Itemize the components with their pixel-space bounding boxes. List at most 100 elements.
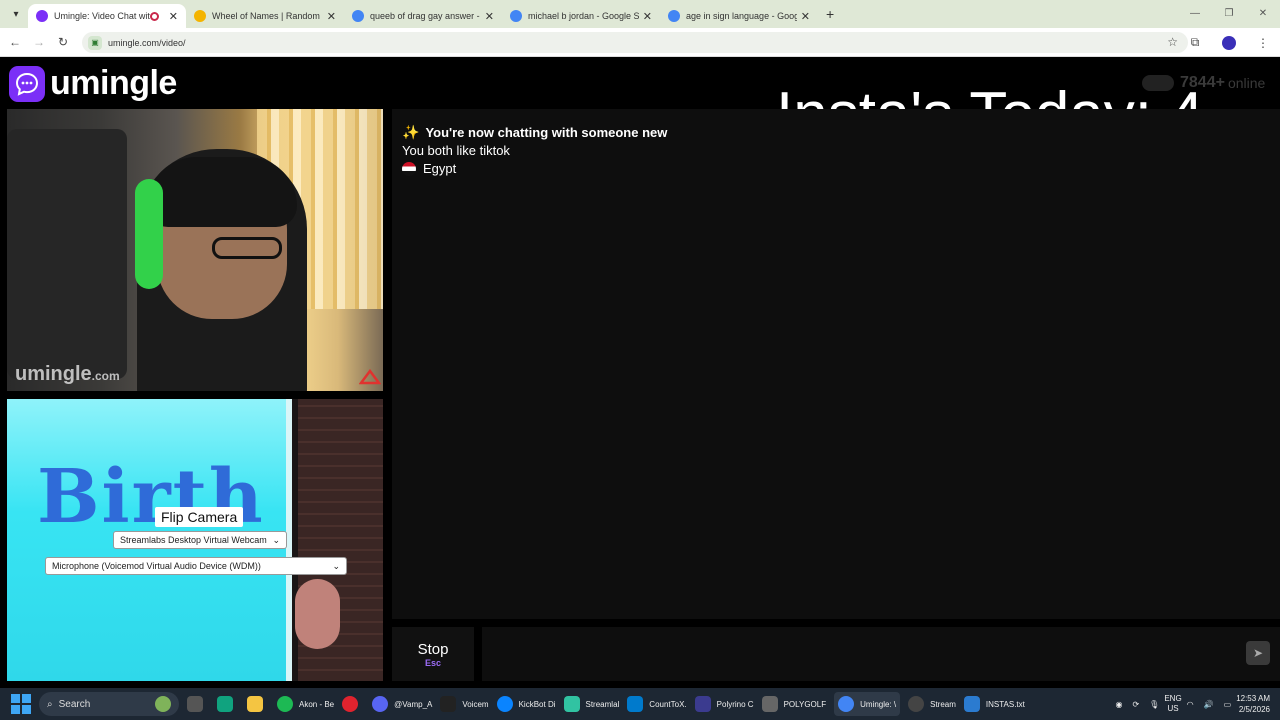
discord-icon: [372, 696, 389, 712]
system-message-interest: You both like tiktok: [402, 143, 510, 158]
tab-google-search-3[interactable]: age in sign language - Google Search ✕: [660, 4, 818, 28]
sync-tray-icon[interactable]: ⟳: [1132, 700, 1139, 709]
clock[interactable]: 12:53 AM 2/5/2026: [1236, 693, 1270, 715]
taskbar-item-polyrino[interactable]: Polyrino C: [694, 696, 754, 712]
umingle-logo[interactable]: umingle: [9, 64, 177, 103]
camera-permission-icon[interactable]: ▣: [88, 35, 102, 50]
taskbar-item-label: Polyrino C: [716, 699, 754, 709]
recording-icon: [149, 11, 159, 21]
tab-label: michael b jordan - Google Search: [528, 11, 639, 21]
watermark-suffix: .com: [91, 369, 120, 383]
taskbar-item-voicemod[interactable]: Voicem: [440, 696, 489, 712]
forward-icon[interactable]: →: [27, 35, 51, 49]
language-indicator[interactable]: ENG US: [1164, 694, 1181, 714]
back-icon[interactable]: ←: [3, 35, 27, 49]
google-favicon-icon: [510, 10, 522, 22]
taskbar-item-spotify[interactable]: Akon - Be: [277, 696, 334, 712]
extensions-icon[interactable]: ⧉: [1178, 35, 1212, 50]
close-tab-icon[interactable]: ✕: [643, 10, 652, 23]
pen-icon: [694, 696, 711, 712]
taskbar-search[interactable]: ⌕ Search: [39, 692, 179, 716]
self-video: Birth Flip Camera Streamlabs Desktop Vir…: [7, 399, 383, 681]
browser-tab-strip: ▾ Umingle: Video Chat with Strangers ✕ W…: [0, 0, 1280, 28]
close-tab-icon[interactable]: ✕: [801, 10, 810, 23]
minimize-icon[interactable]: —: [1178, 0, 1212, 28]
taskbar-item-label: KickBot Di: [518, 699, 556, 709]
reload-icon[interactable]: ↻: [51, 35, 75, 49]
microphone-select[interactable]: Microphone (Voicemod Virtual Audio Devic…: [45, 557, 347, 575]
windows-start-icon[interactable]: [11, 694, 31, 714]
bookmark-star-icon[interactable]: ☆: [1167, 35, 1178, 49]
address-bar[interactable]: ▣ umingle.com/video/ ☆: [82, 32, 1188, 53]
opera-icon[interactable]: [342, 696, 364, 712]
close-tab-icon[interactable]: ✕: [485, 10, 494, 23]
wheel-favicon-icon: [194, 10, 206, 22]
wifi-icon[interactable]: ◠: [1187, 700, 1194, 709]
file-explorer-icon[interactable]: [247, 696, 269, 712]
close-tab-icon[interactable]: ✕: [327, 10, 336, 23]
stop-button[interactable]: Stop Esc: [392, 627, 474, 681]
chrome-icon: [838, 696, 855, 712]
restore-icon[interactable]: ❐: [1212, 0, 1246, 28]
vscode-icon: [627, 696, 644, 712]
google-favicon-icon: [668, 10, 680, 22]
flip-camera-button[interactable]: Flip Camera: [155, 507, 244, 527]
sparkles-icon: ✨: [402, 124, 420, 140]
camera-select[interactable]: Streamlabs Desktop Virtual Webcam ⌄: [113, 531, 287, 549]
discord-tray-icon[interactable]: ◉: [1115, 700, 1122, 709]
google-favicon-icon: [352, 10, 364, 22]
self-video-text: Birth: [37, 454, 265, 540]
taskbar-item-kickbot[interactable]: KickBot Di: [496, 696, 556, 712]
glasses-shape: [212, 237, 282, 259]
tab-search-button[interactable]: ▾: [4, 4, 28, 24]
volume-icon[interactable]: 🔊: [1204, 700, 1214, 709]
taskbar-item-label: Voicem: [462, 699, 489, 709]
windows-taskbar: ⌕ Search Akon - Be @Vamp_A Voicem KickBo…: [0, 688, 1280, 720]
browser-toolbar: ← → ↻ ▣ umingle.com/video/ ☆ ⧉ ⋮: [0, 28, 1280, 57]
battery-icon[interactable]: ▭: [1224, 700, 1232, 709]
task-view-icon[interactable]: [187, 696, 209, 712]
taskbar-item-streamlabs[interactable]: Streamlal: [563, 696, 619, 712]
new-tab-button[interactable]: +: [826, 6, 834, 22]
close-window-icon[interactable]: ✕: [1246, 0, 1280, 28]
report-flag-icon[interactable]: [359, 369, 381, 385]
tab-google-search-2[interactable]: michael b jordan - Google Search ✕: [502, 4, 660, 28]
egypt-flag-icon: [402, 161, 416, 176]
microphone-tray-icon[interactable]: 🎙: [1149, 700, 1159, 709]
tab-umingle[interactable]: Umingle: Video Chat with Strangers ✕: [28, 4, 186, 28]
taskbar-item-discord[interactable]: @Vamp_A: [372, 696, 432, 712]
taskbar-item-polygolf[interactable]: POLYGOLF: [761, 696, 826, 712]
taskbar-item-notepad[interactable]: INSTAS.txt: [963, 696, 1025, 712]
umingle-favicon-icon: [36, 10, 48, 22]
watermark-main: umingle: [15, 363, 92, 385]
obs-icon: [908, 696, 925, 712]
stranger-video: umingle.com: [7, 109, 383, 391]
search-label: Search: [58, 698, 91, 710]
taskbar-item-label: INSTAS.txt: [985, 699, 1025, 709]
clock-time: 12:53 AM: [1236, 694, 1270, 703]
logo-text: umingle: [50, 64, 177, 102]
close-tab-icon[interactable]: ✕: [169, 10, 178, 23]
taskbar-item-stream[interactable]: Stream: [908, 696, 956, 712]
headphone-shape: [135, 179, 163, 289]
person-hair-shape: [147, 157, 297, 227]
chair-shape: [7, 129, 127, 379]
camera-select-value: Streamlabs Desktop Virtual Webcam: [120, 535, 267, 545]
send-icon[interactable]: ➤: [1246, 641, 1270, 665]
tab-label: Wheel of Names | Random name picker: [212, 11, 323, 21]
browser-menu-icon[interactable]: ⋮: [1246, 36, 1280, 50]
online-label: online: [1227, 75, 1266, 91]
tab-google-search-1[interactable]: queeb of drag gay answer - Google Search…: [344, 4, 502, 28]
window-icon: [761, 696, 778, 712]
taskbar-item-vscode[interactable]: CountToX.: [627, 696, 687, 712]
message-input[interactable]: ➤: [482, 627, 1280, 681]
umingle-watermark: umingle.com: [15, 363, 120, 386]
tab-label: age in sign language - Google Search: [686, 11, 797, 21]
taskbar-item-chrome[interactable]: Umingle: \: [834, 692, 901, 716]
profile-avatar[interactable]: [1222, 35, 1236, 50]
tab-wheel-of-names[interactable]: Wheel of Names | Random name picker ✕: [186, 4, 344, 28]
chatgpt-icon[interactable]: [217, 696, 239, 712]
chevron-down-icon: ⌄: [332, 560, 340, 571]
country-text: Egypt: [423, 161, 457, 176]
stop-shortcut: Esc: [424, 657, 441, 668]
